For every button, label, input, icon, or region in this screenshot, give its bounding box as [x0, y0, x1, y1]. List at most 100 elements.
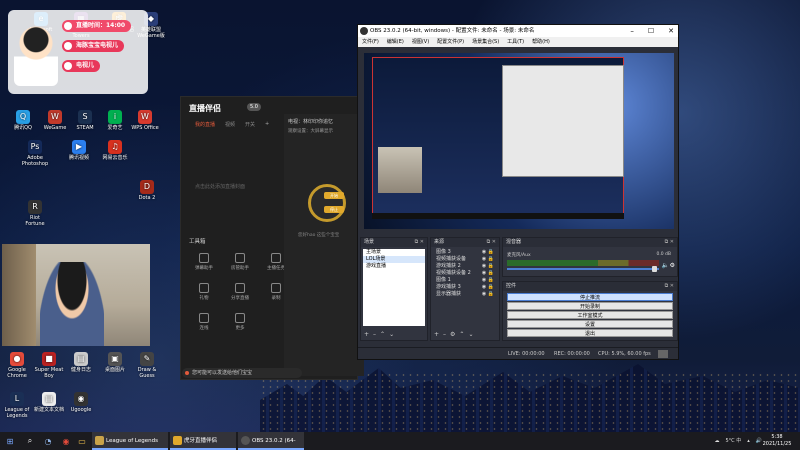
add-tab-icon[interactable]: +: [265, 121, 269, 128]
tool-item[interactable]: 礼物: [189, 283, 219, 301]
tool-item[interactable]: 连线: [189, 313, 219, 331]
desktop-icon[interactable]: ▶ 腾讯视频: [64, 140, 94, 161]
obs-titlebar[interactable]: OBS 23.0.2 (64-bit, windows) - 配置文件: 未命名…: [358, 25, 678, 37]
dock-float-icon[interactable]: ⧉ ✕: [665, 238, 674, 247]
taskbar-app-lol[interactable]: League of Legends: [92, 432, 168, 450]
control-button[interactable]: 开始录制: [507, 302, 673, 310]
tool-item[interactable]: 更多: [225, 313, 255, 331]
obs-preview[interactable]: [364, 53, 674, 229]
source-item[interactable]: 显示器捕获 ◉ 🔒: [433, 291, 497, 298]
tool-item[interactable]: 房管助手: [225, 253, 255, 271]
cover-hint[interactable]: 点击此处添加直播封面: [195, 183, 245, 190]
tool-icon: [199, 283, 209, 293]
search-icon[interactable]: ⌕: [24, 435, 36, 447]
dock-float-icon[interactable]: ⧉ ✕: [487, 238, 496, 247]
dock-float-icon[interactable]: ⧉ ✕: [415, 238, 424, 247]
menu-item[interactable]: 编辑(E): [387, 37, 404, 47]
move-down-icon[interactable]: ⌄: [468, 331, 473, 338]
scene-item[interactable]: 主场景: [363, 249, 425, 256]
close-icon[interactable]: ✕: [668, 25, 674, 37]
taskbar-clock[interactable]: 5:38 2021/11/25: [760, 434, 794, 448]
desktop-icon[interactable]: i 爱奇艺: [100, 110, 130, 131]
move-up-icon[interactable]: ⌃: [459, 331, 464, 338]
minimize-icon[interactable]: –: [630, 25, 634, 37]
zhibo-notification[interactable]: 您可能可以发送给他们宝宝: [182, 368, 302, 378]
control-button[interactable]: 退出: [507, 329, 673, 337]
remove-source-icon[interactable]: –: [443, 331, 446, 338]
taskbar-app-obs[interactable]: OBS 23.0.2 (64-bit...: [238, 432, 304, 450]
desktop-icon[interactable]: ◉ Ugoogle: [66, 392, 96, 413]
menu-item[interactable]: 帮助(H): [532, 37, 550, 47]
tab-video[interactable]: 视频: [225, 121, 235, 128]
desktop-icon[interactable]: Q 腾讯QQ: [8, 110, 38, 131]
visibility-lock-icon[interactable]: ◉ 🔒: [482, 291, 494, 298]
stop-pill-button[interactable]: 停止: [324, 206, 344, 213]
source-item[interactable]: 游戏捕获 2 ◉ 🔒: [433, 263, 497, 270]
desktop-icon[interactable]: ✎ Draw & Guess: [132, 352, 162, 379]
chrome-icon[interactable]: ◉: [60, 435, 72, 447]
cloud-icon[interactable]: ☁: [714, 432, 719, 450]
city-lights: [260, 372, 800, 432]
app-icon: ▶: [72, 140, 86, 154]
network-icon[interactable]: ▴: [747, 432, 750, 450]
control-button[interactable]: 停止推流: [507, 293, 673, 301]
menu-item[interactable]: 视图(V): [412, 37, 429, 47]
taskbar-app-zhibo[interactable]: 虎牙直播伴侣: [170, 432, 236, 450]
menu-item[interactable]: 工具(T): [507, 37, 524, 47]
visibility-lock-icon[interactable]: ◉ 🔒: [482, 277, 494, 284]
add-scene-icon[interactable]: +: [364, 331, 369, 338]
gear-icon[interactable]: ⚙: [670, 262, 675, 269]
tool-icon: [235, 283, 245, 293]
desktop-icon[interactable]: W WPS Office: [130, 110, 160, 131]
desktop-icon[interactable]: R Riot Fortune: [20, 200, 50, 227]
volume-slider[interactable]: [507, 268, 659, 270]
desktop-icon[interactable]: ■ Super Meat Boy: [34, 352, 64, 379]
tool-item[interactable]: 弹幕助手: [189, 253, 219, 271]
move-up-icon[interactable]: ⌃: [380, 331, 385, 338]
tab-my-live[interactable]: 我的直播: [195, 121, 215, 128]
source-item[interactable]: 图像 3 ◉ 🔒: [433, 249, 497, 256]
source-settings-icon[interactable]: ⚙: [450, 331, 455, 338]
remove-scene-icon[interactable]: –: [373, 331, 376, 338]
menu-item[interactable]: 文件(F): [362, 37, 379, 47]
scene-item[interactable]: LOL场景: [363, 256, 425, 263]
folder-icon[interactable]: ▭: [76, 435, 88, 447]
move-down-icon[interactable]: ⌄: [389, 331, 394, 338]
desktop-icon[interactable]: ▤ 新建文本文档: [34, 392, 64, 413]
tool-item[interactable]: 分享直播: [225, 283, 255, 301]
desktop-icon[interactable]: D Dota 2: [132, 180, 162, 201]
source-item[interactable]: 游戏捕获 3 ◉ 🔒: [433, 284, 497, 291]
source-item[interactable]: 视频捕获设备 2 ◉ 🔒: [433, 270, 497, 277]
menu-item[interactable]: 配置文件(P): [437, 37, 464, 47]
obs-window[interactable]: OBS 23.0.2 (64-bit, windows) - 配置文件: 未命名…: [357, 24, 679, 360]
desktop-icon[interactable]: S STEAM: [70, 110, 100, 131]
visibility-lock-icon[interactable]: ◉ 🔒: [482, 249, 494, 256]
desktop-icon[interactable]: W WeGame: [40, 110, 70, 131]
desktop-icon[interactable]: L League of Legends: [2, 392, 32, 419]
visibility-lock-icon[interactable]: ◉ 🔒: [482, 270, 494, 277]
desktop-icon[interactable]: Ps Adobe Photoshop: [20, 140, 50, 167]
menu-item[interactable]: 场景集合(S): [472, 37, 499, 47]
tab-switch[interactable]: 开关: [245, 121, 255, 128]
start-pill-button[interactable]: 开始: [324, 192, 344, 199]
control-button[interactable]: 工作室模式: [507, 311, 673, 319]
source-item[interactable]: 图像 1 ◉ 🔒: [433, 277, 497, 284]
visibility-lock-icon[interactable]: ◉ 🔒: [482, 284, 494, 291]
start-windows-icon[interactable]: ⊞: [4, 435, 16, 447]
visibility-lock-icon[interactable]: ◉ 🔒: [482, 256, 494, 263]
visibility-lock-icon[interactable]: ◉ 🔒: [482, 263, 494, 270]
source-item[interactable]: 视频捕获设备 ◉ 🔒: [433, 256, 497, 263]
add-source-icon[interactable]: +: [434, 331, 439, 338]
dock-float-icon[interactable]: ⧉ ✕: [665, 282, 674, 291]
desktop-icon[interactable]: ▣ 桌面图片: [100, 352, 130, 373]
desktop-icon[interactable]: ♫ 网易云音乐: [100, 140, 130, 161]
volume-slider-knob[interactable]: [652, 266, 657, 272]
desktop-icon[interactable]: ▤ 健身日志: [66, 352, 96, 373]
scene-item[interactable]: 游戏直播: [363, 263, 425, 270]
speaker-icon[interactable]: 🔈: [662, 262, 669, 269]
control-button[interactable]: 设置: [507, 320, 673, 328]
desktop-icon[interactable]: ● Google Chrome: [2, 352, 32, 379]
steam-icon[interactable]: ◔: [42, 435, 54, 447]
system-tray[interactable]: ☁ 5°C 中 ▴ 🔊: [714, 432, 762, 450]
maximize-icon[interactable]: ☐: [648, 25, 654, 37]
